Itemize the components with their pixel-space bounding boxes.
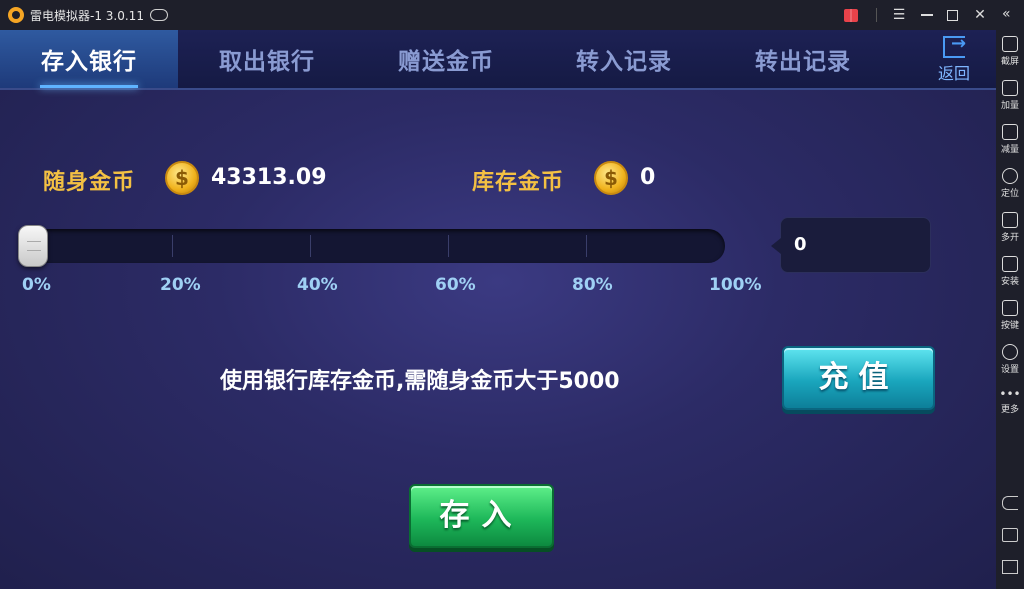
- tab-label: 转入记录: [576, 49, 672, 75]
- exit-icon: [943, 33, 966, 58]
- gear-icon: [1002, 344, 1018, 360]
- amount-slider-track[interactable]: [22, 229, 725, 263]
- slider-handle[interactable]: [18, 225, 48, 267]
- apk-install-icon: [1002, 256, 1018, 272]
- keyboard-icon: [1002, 300, 1018, 316]
- volume-down-icon: [1002, 124, 1018, 140]
- return-label: 返回: [937, 64, 970, 83]
- more-icon: •••: [999, 387, 1021, 401]
- back-nav-icon[interactable]: [1002, 496, 1018, 510]
- sidebar-item-more[interactable]: ••• 更多: [996, 388, 1024, 415]
- sidebar-item-label: 加量: [1000, 101, 1019, 111]
- tab-label: 赠送金币: [398, 49, 494, 75]
- sidebar-item-settings[interactable]: 设置: [996, 344, 1024, 375]
- slider-tick: [448, 235, 449, 257]
- percent-label-40: 40%: [297, 275, 338, 295]
- app-logo-icon: [8, 7, 24, 23]
- deposit-button[interactable]: 存入: [409, 484, 554, 548]
- slider-tick: [310, 235, 311, 257]
- sidebar-item-label: 多开: [1000, 233, 1019, 243]
- close-button[interactable]: ✕: [972, 7, 988, 23]
- recharge-button[interactable]: 充值: [782, 346, 935, 410]
- tab-transfer-in-record[interactable]: 转入记录: [535, 30, 713, 88]
- menu-icon[interactable]: ☰: [891, 7, 907, 23]
- maximize-button[interactable]: [947, 9, 958, 21]
- gift-icon[interactable]: [844, 8, 858, 22]
- sidebar-item-label: 减量: [1000, 145, 1019, 155]
- sidebar-item-install[interactable]: 安装: [996, 256, 1024, 287]
- tab-deposit-bank[interactable]: 存入银行: [0, 30, 178, 88]
- tab-gift-gold[interactable]: 赠送金币: [357, 30, 535, 88]
- recent-apps-icon[interactable]: [1002, 560, 1018, 574]
- slider-tick: [172, 235, 173, 257]
- gamepad-icon[interactable]: [149, 9, 168, 21]
- percent-label-60: 60%: [435, 275, 476, 295]
- slider-tick: [586, 235, 587, 257]
- sidebar-item-volume-down[interactable]: 减量: [996, 124, 1024, 155]
- title-bar: 雷电模拟器-1 3.0.11 ☰ ✕: [0, 0, 996, 30]
- sidebar-item-location[interactable]: 定位: [996, 168, 1024, 199]
- tab-label: 取出银行: [219, 49, 315, 75]
- minimize-button[interactable]: [921, 14, 933, 16]
- sidebar-item-label: 按键: [1000, 321, 1019, 331]
- scissors-icon: [1002, 36, 1018, 52]
- carried-gold-value: 43313.09: [211, 165, 327, 190]
- window-title: 雷电模拟器-1 3.0.11: [30, 8, 144, 23]
- multi-instance-icon: [1002, 212, 1018, 228]
- percent-label-80: 80%: [572, 275, 613, 295]
- sidebar-item-label: 安装: [1000, 277, 1019, 287]
- tab-withdraw-bank[interactable]: 取出银行: [178, 30, 356, 88]
- volume-up-icon: [1002, 80, 1018, 96]
- amount-input[interactable]: 0: [771, 217, 931, 273]
- sidebar-item-volume-up[interactable]: 加量: [996, 80, 1024, 111]
- collapse-sidebar-icon[interactable]: «: [1002, 6, 1011, 22]
- tab-transfer-out-record[interactable]: 转出记录: [714, 30, 892, 88]
- sidebar-item-label: 截屏: [1000, 57, 1019, 67]
- return-button[interactable]: 返回: [934, 33, 974, 86]
- location-icon: [1002, 168, 1018, 184]
- percent-label-20: 20%: [160, 275, 201, 295]
- amount-value: 0: [794, 234, 807, 255]
- sidebar-item-label: 定位: [1000, 189, 1019, 199]
- divider: [876, 8, 877, 22]
- tab-label: 转出记录: [755, 49, 851, 75]
- home-nav-icon[interactable]: [1002, 528, 1018, 542]
- sidebar-item-screenshot[interactable]: 截屏: [996, 36, 1024, 67]
- percent-label-100: 100%: [709, 275, 762, 295]
- emulator-sidebar: « 截屏 加量 减量 定位 多开 安装 按键 设置 ••• 更多: [996, 0, 1024, 589]
- sidebar-item-keymap[interactable]: 按键: [996, 300, 1024, 331]
- carried-gold-label: 随身金币: [43, 170, 136, 195]
- stored-gold-value: 0: [640, 165, 656, 190]
- stored-gold-label: 库存金币: [472, 170, 565, 195]
- bank-hint-text: 使用银行库存金币,需随身金币大于5000: [220, 369, 620, 394]
- game-screen: 存入银行 取出银行 赠送金币 转入记录 转出记录 返回 随身金币 $ 43313…: [0, 30, 996, 589]
- tab-label: 存入银行: [41, 49, 137, 75]
- sidebar-item-multi-instance[interactable]: 多开: [996, 212, 1024, 243]
- gold-coin-icon: $: [594, 161, 628, 195]
- sidebar-item-label: 设置: [1000, 365, 1019, 375]
- bank-tab-bar: 存入银行 取出银行 赠送金币 转入记录 转出记录 返回: [0, 30, 996, 90]
- percent-label-0: 0%: [22, 275, 51, 295]
- gold-coin-icon: $: [165, 161, 199, 195]
- sidebar-item-label: 更多: [1000, 405, 1019, 415]
